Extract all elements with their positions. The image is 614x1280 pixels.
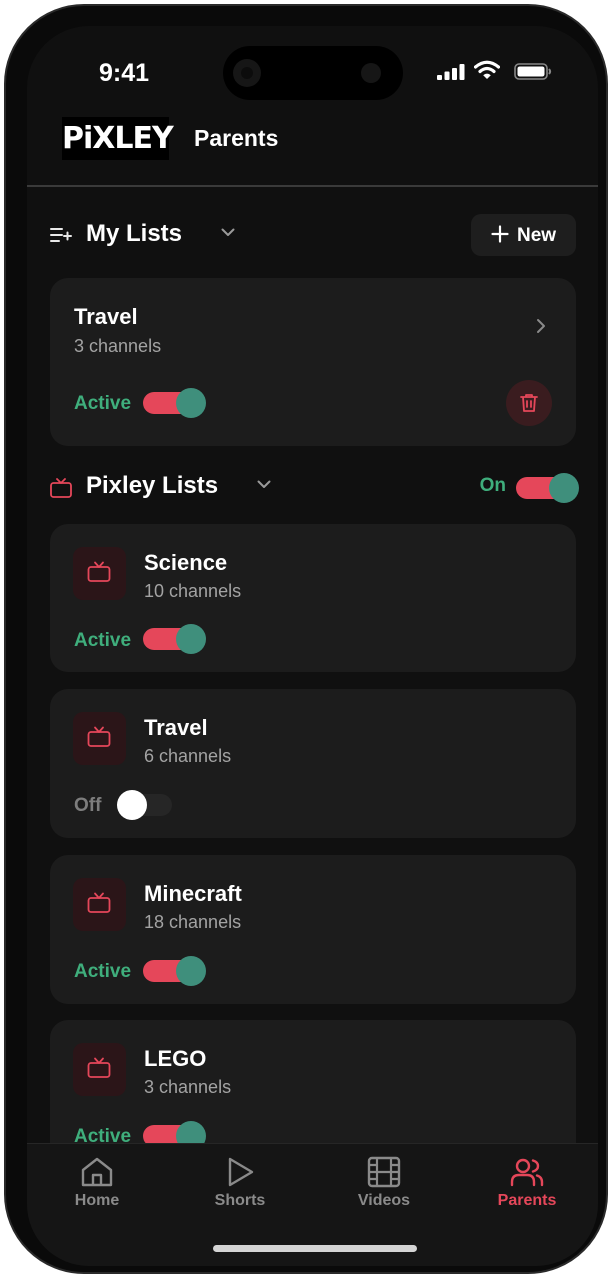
chevron-right-icon[interactable]: [536, 318, 546, 334]
wifi-icon: [474, 60, 500, 79]
tab-parents[interactable]: Parents: [487, 1156, 567, 1210]
list-thumbnail: [73, 712, 126, 765]
list-active-toggle[interactable]: [143, 624, 206, 654]
home-icon: [81, 1157, 113, 1187]
tab-shorts[interactable]: Shorts: [200, 1156, 280, 1210]
phone-frame: 9:41 PiXLEY Parents My Lists New Travel …: [4, 4, 608, 1274]
list-channel-count: 3 channels: [74, 336, 162, 356]
sensor-icon: [361, 63, 381, 83]
list-status-label: Off: [74, 795, 102, 816]
tab-label: Shorts: [214, 1192, 266, 1209]
tv-icon: [87, 1057, 111, 1078]
play-icon: [228, 1157, 254, 1187]
pixley-lists-header: Pixley Lists On: [50, 466, 579, 510]
pixley-list-card-science[interactable]: Science 10 channels Active: [50, 524, 576, 672]
list-name: Minecraft: [144, 881, 242, 906]
trash-icon: [520, 394, 538, 412]
pixley-list-card-travel[interactable]: Travel 6 channels Off: [50, 689, 576, 838]
page-title: Parents: [194, 125, 279, 151]
home-indicator[interactable]: [213, 1245, 417, 1252]
cellular-signal-icon: [437, 64, 465, 80]
tab-label: Home: [74, 1192, 120, 1209]
tab-home[interactable]: Home: [57, 1156, 137, 1210]
status-time: 9:41: [99, 59, 150, 87]
pixley-logo: PiXLEY: [62, 117, 174, 160]
my-lists-header: My Lists New: [50, 214, 576, 258]
list-name: Travel: [74, 304, 138, 329]
chevron-down-icon[interactable]: [257, 480, 271, 489]
list-status-label: Active: [74, 393, 132, 414]
list-thumbnail: [73, 547, 126, 600]
screen: 9:41 PiXLEY Parents My Lists New Travel …: [27, 26, 598, 1266]
list-channel-count: 10 channels: [144, 581, 242, 601]
tab-label: Videos: [357, 1192, 411, 1209]
film-icon: [367, 1156, 401, 1188]
camera-icon: [233, 59, 261, 87]
tab-videos[interactable]: Videos: [344, 1156, 424, 1210]
list-status-label: Active: [74, 630, 132, 651]
tv-icon: [87, 892, 111, 913]
list-active-toggle[interactable]: [143, 956, 206, 986]
list-channel-count: 3 channels: [144, 1077, 232, 1097]
list-channel-count: 18 channels: [144, 912, 242, 932]
pixley-list-card-minecraft[interactable]: Minecraft 18 channels Active: [50, 855, 576, 1004]
list-thumbnail: [73, 878, 126, 931]
tv-icon: [87, 726, 111, 747]
new-list-button[interactable]: New: [471, 214, 576, 256]
pixley-lists-title[interactable]: Pixley Lists: [86, 472, 218, 500]
list-name: Science: [144, 550, 228, 575]
plus-icon: [491, 225, 509, 243]
new-button-label: New: [517, 225, 557, 246]
battery-icon: [514, 63, 552, 80]
my-lists-title[interactable]: My Lists: [86, 220, 182, 248]
pixley-lists-master-label: On: [479, 475, 506, 496]
list-status-label: Active: [74, 961, 132, 982]
list-name: LEGO: [144, 1046, 207, 1071]
delete-list-button[interactable]: [506, 380, 552, 426]
app-header: PiXLEY Parents: [27, 114, 598, 187]
list-name: Travel: [144, 715, 208, 740]
playlist-add-icon: [50, 228, 72, 242]
tab-label: Parents: [497, 1192, 557, 1209]
list-active-toggle[interactable]: [143, 388, 206, 418]
list-channel-count: 6 channels: [144, 746, 232, 766]
list-card-travel[interactable]: Travel 3 channels Active: [50, 278, 576, 446]
users-icon: [510, 1158, 544, 1187]
chevron-down-icon[interactable]: [221, 228, 235, 237]
list-thumbnail: [73, 1043, 126, 1096]
tv-icon: [50, 478, 72, 498]
list-active-toggle[interactable]: [117, 790, 172, 820]
tv-icon: [87, 561, 111, 582]
status-bar: 9:41: [27, 26, 598, 116]
dynamic-island: [223, 46, 403, 100]
pixley-lists-master-toggle[interactable]: [516, 473, 579, 503]
